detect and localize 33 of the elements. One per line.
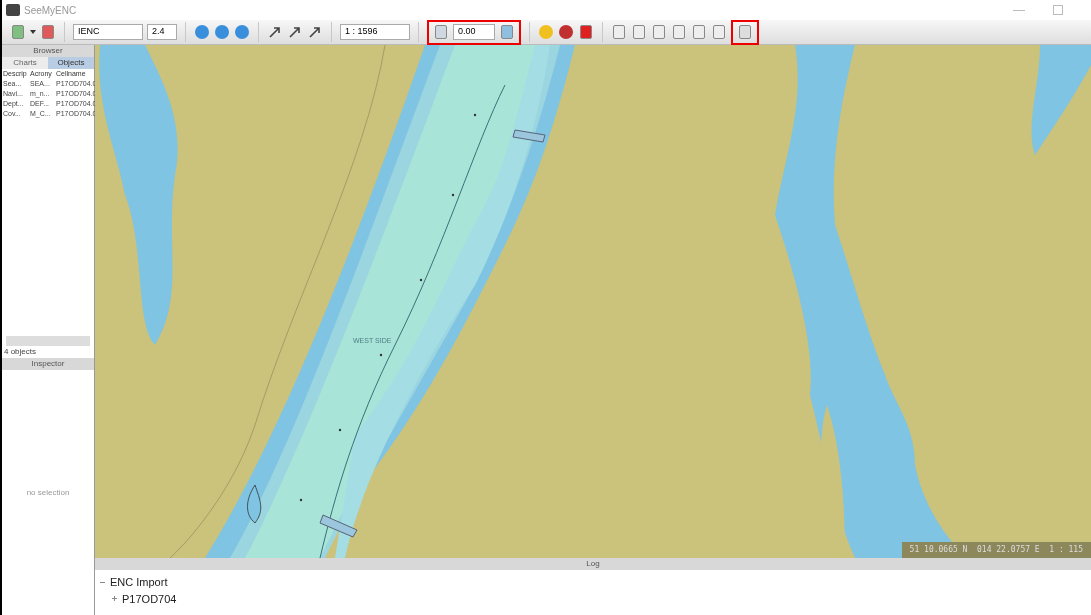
- sounding-dot: [338, 428, 342, 432]
- bridge-shape: [319, 514, 358, 538]
- panel-header: Log: [95, 558, 1091, 570]
- expand-toggle-icon[interactable]: [111, 595, 118, 603]
- zoom-tool-icon[interactable]: [307, 24, 323, 40]
- log-tree-item[interactable]: ENC Import: [110, 574, 168, 591]
- minimize-icon[interactable]: [1013, 9, 1025, 11]
- caret-icon[interactable]: [30, 30, 36, 34]
- panel-tab[interactable]: Objects: [48, 57, 94, 69]
- depth-spinbox[interactable]: 0.00: [453, 24, 495, 40]
- maximize-icon[interactable]: [1053, 5, 1063, 15]
- chart-type-dropdown[interactable]: IENC: [73, 24, 143, 40]
- panel-header: Browser: [2, 45, 94, 57]
- sounding-dot: [299, 498, 303, 502]
- object-count: 4 objects: [3, 346, 38, 358]
- islet-shape: [247, 484, 262, 524]
- bridge-shape: [512, 129, 546, 143]
- panel-header: Inspector: [2, 358, 94, 370]
- zoom-tool-icon[interactable]: [267, 24, 283, 40]
- sounding-dot: [473, 113, 477, 117]
- app-icon: [6, 4, 20, 16]
- sounding-dot: [379, 353, 383, 357]
- coordinates-readout: 51 10.0665 N 014 22.0757 E 1 : 115: [901, 542, 1091, 558]
- scale-dropdown[interactable]: 1 : 1596: [340, 24, 410, 40]
- log-tree-item[interactable]: P17OD704: [122, 590, 177, 607]
- sounding-dot: [419, 278, 423, 282]
- empty-message: no selection: [26, 486, 70, 499]
- window-title: SeeMyENC: [24, 3, 77, 18]
- panel-tab[interactable]: Charts: [2, 57, 48, 69]
- horizontal-scrollbar[interactable]: [6, 336, 90, 346]
- version-dropdown[interactable]: 2.4: [147, 24, 177, 40]
- sounding-dot: [451, 193, 455, 197]
- zoom-tool-icon[interactable]: [287, 24, 303, 40]
